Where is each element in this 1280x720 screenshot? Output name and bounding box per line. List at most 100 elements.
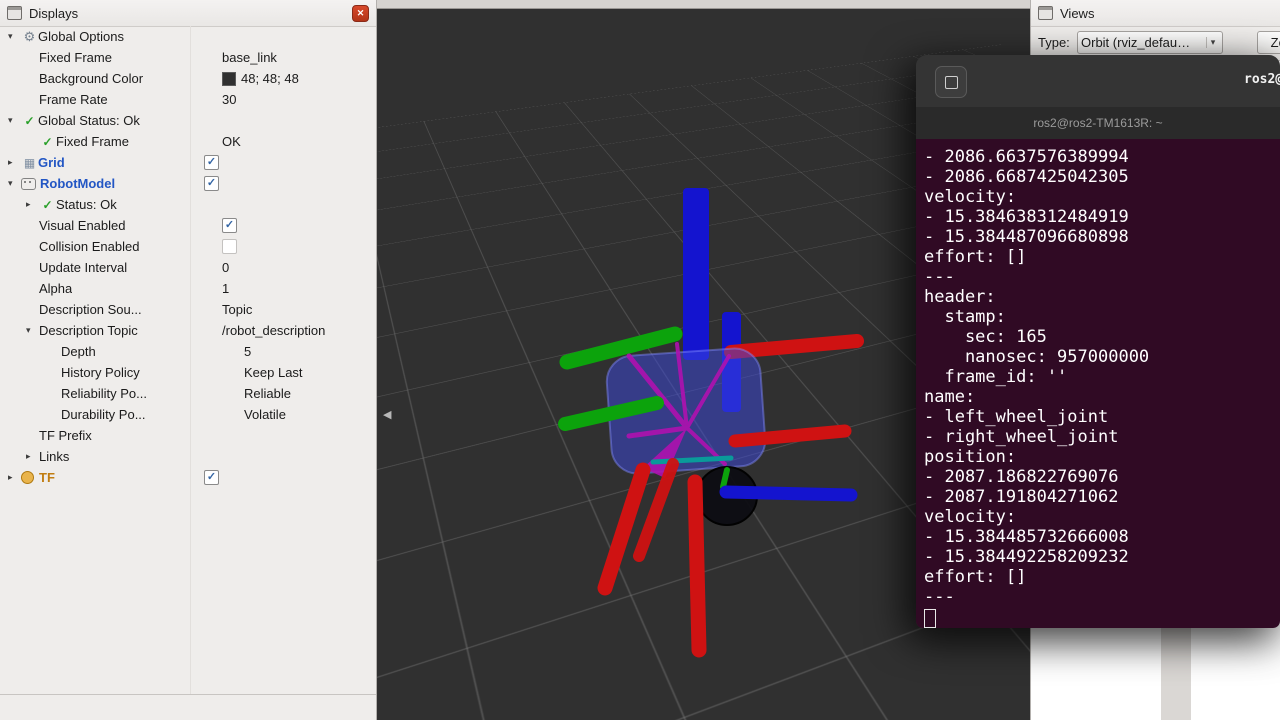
terminal-line: velocity: [924, 507, 1280, 527]
expand-arrow-icon[interactable]: ▸ [8, 472, 21, 483]
property-label: Status: Ok [56, 197, 117, 212]
property-label: Depth [61, 344, 96, 359]
terminal-output: - 2086.6637576389994- 2086.6687425042305… [924, 147, 1280, 607]
terminal-line: --- [924, 587, 1280, 607]
expand-arrow-icon[interactable]: ▸ [26, 451, 39, 462]
property-value[interactable]: Topic [217, 302, 376, 317]
terminal-line: header: [924, 287, 1280, 307]
tree-row[interactable]: Fixed Frame base_link [0, 47, 376, 68]
checkbox[interactable]: ✓ [204, 155, 219, 170]
property-label: Description Sou... [39, 302, 142, 317]
terminal-line: velocity: [924, 187, 1280, 207]
property-value[interactable]: 5 [239, 344, 376, 359]
property-value[interactable]: ✓ [199, 155, 376, 170]
checkbox[interactable] [222, 239, 237, 254]
terminal-line: - 15.384485732666008 [924, 527, 1280, 547]
property-label: Fixed Frame [56, 134, 129, 149]
terminal-line: - 2087.186822769076 [924, 467, 1280, 487]
property-value[interactable]: base_link [217, 50, 376, 65]
property-label: RobotModel [40, 176, 115, 191]
tree-row[interactable]: Depth 5 [0, 341, 376, 362]
tree-row[interactable]: ▾Description Topic/robot_description [0, 320, 376, 341]
expand-arrow-icon[interactable]: ▾ [26, 325, 39, 336]
expand-arrow-icon[interactable]: ▸ [8, 157, 21, 168]
new-tab-button[interactable] [935, 66, 967, 98]
terminal-line: - 15.384492258209232 [924, 547, 1280, 567]
tree-row[interactable]: ▾✓Global Status: Ok [0, 110, 376, 131]
property-value[interactable]: 30 [217, 92, 376, 107]
property-value[interactable]: 1 [217, 281, 376, 296]
checkbox[interactable]: ✓ [222, 218, 237, 233]
tree-row[interactable]: Reliability Po... Reliable [0, 383, 376, 404]
color-value-text: 48; 48; 48 [241, 71, 299, 86]
tree-row[interactable]: Visual Enabled✓ [0, 215, 376, 236]
property-value[interactable]: 0 [217, 260, 376, 275]
property-label: TF [39, 470, 55, 485]
expand-arrow-icon[interactable]: ▾ [8, 115, 21, 126]
gear-icon: ⚙ [21, 30, 38, 44]
view-type-combobox[interactable]: Orbit (rviz_defau… ▾ [1077, 31, 1223, 54]
panel-icon [1038, 6, 1053, 20]
tf-axis-x-down-left [605, 470, 643, 588]
tree-row[interactable]: ▾⚙Global Options [0, 26, 376, 47]
tree-row[interactable]: Description Sou... Topic [0, 299, 376, 320]
property-label: Links [39, 449, 69, 464]
property-value[interactable]: 48; 48; 48 [217, 71, 376, 86]
tree-row[interactable]: TF Prefix [0, 425, 376, 446]
property-value[interactable]: Keep Last [239, 365, 376, 380]
toolbar-remnant [377, 0, 1030, 9]
tree-row[interactable]: ▸ TF ✓ [0, 467, 376, 488]
terminal-line: frame_id: '' [924, 367, 1280, 387]
property-value[interactable]: ✓ [199, 176, 376, 191]
property-value[interactable]: ✓ [199, 470, 376, 485]
tree-row[interactable]: ✓Fixed Frame OK [0, 131, 376, 152]
tree-row[interactable]: ▾ RobotModel ✓ [0, 173, 376, 194]
property-label: Collision Enabled [39, 239, 139, 254]
property-value[interactable]: OK [217, 134, 376, 149]
property-label: Fixed Frame [39, 50, 112, 65]
checkbox[interactable]: ✓ [204, 176, 219, 191]
expand-arrow-icon[interactable]: ▾ [8, 31, 21, 42]
terminal-line: stamp: [924, 307, 1280, 327]
displays-panel: Displays ✕ ▾⚙Global Options Fixed Frame ba… [0, 0, 377, 720]
checkbox[interactable]: ✓ [204, 470, 219, 485]
tree-row[interactable]: Alpha1 [0, 278, 376, 299]
terminal-line: - 2087.191804271062 [924, 487, 1280, 507]
panel-collapse-arrow[interactable]: ◀ [383, 408, 391, 421]
displays-tree: ▾⚙Global Options Fixed Frame base_link Back… [0, 26, 376, 694]
zero-button[interactable]: Zero [1257, 31, 1280, 54]
color-swatch [222, 72, 236, 86]
view-type-value: Orbit (rviz_defau… [1081, 35, 1206, 50]
expand-arrow-icon[interactable]: ▾ [8, 178, 21, 189]
property-value[interactable]: /robot_description [217, 323, 376, 338]
tree-row[interactable]: Update Interval0 [0, 257, 376, 278]
tree-row[interactable]: Background Color 48; 48; 48 [0, 68, 376, 89]
terminal-body[interactable]: - 2086.6637576389994- 2086.6687425042305… [916, 139, 1280, 628]
tree-row[interactable]: Durability Po...Volatile [0, 404, 376, 425]
property-label: Reliability Po... [61, 386, 147, 401]
panel-footer-divider [0, 694, 376, 695]
tree-row[interactable]: History PolicyKeep Last [0, 362, 376, 383]
terminal-tab-bar[interactable]: ros2@ros2-TM1613R: ~ [916, 107, 1280, 140]
property-label: Background Color [39, 71, 143, 86]
tree-row[interactable]: ▸Links [0, 446, 376, 467]
tree-row[interactable]: ▸✓Status: Ok [0, 194, 376, 215]
terminal-window[interactable]: ros2@ ros2@ros2-TM1613R: ~ - 2086.663757… [916, 55, 1280, 628]
tree-row[interactable]: Collision Enabled [0, 236, 376, 257]
tree-row[interactable]: Frame Rate30 [0, 89, 376, 110]
tree-row[interactable]: ▸▦Grid✓ [0, 152, 376, 173]
displays-panel-titlebar[interactable]: Displays ✕ [0, 0, 376, 27]
expand-arrow-icon[interactable]: ▸ [26, 199, 39, 210]
terminal-line: name: [924, 387, 1280, 407]
terminal-line: nanosec: 957000000 [924, 347, 1280, 367]
wheel-axis-y [723, 470, 727, 487]
close-icon[interactable]: ✕ [352, 5, 369, 22]
property-value[interactable]: ✓ [217, 218, 376, 233]
property-value[interactable]: Volatile [239, 407, 376, 422]
property-value[interactable] [217, 239, 376, 254]
property-value[interactable]: Reliable [239, 386, 376, 401]
tf-axis-z-tall [683, 188, 709, 360]
check-icon: ✓ [39, 135, 56, 149]
terminal-headerbar[interactable]: ros2@ [916, 55, 1280, 107]
views-panel-titlebar[interactable]: Views [1031, 0, 1280, 27]
